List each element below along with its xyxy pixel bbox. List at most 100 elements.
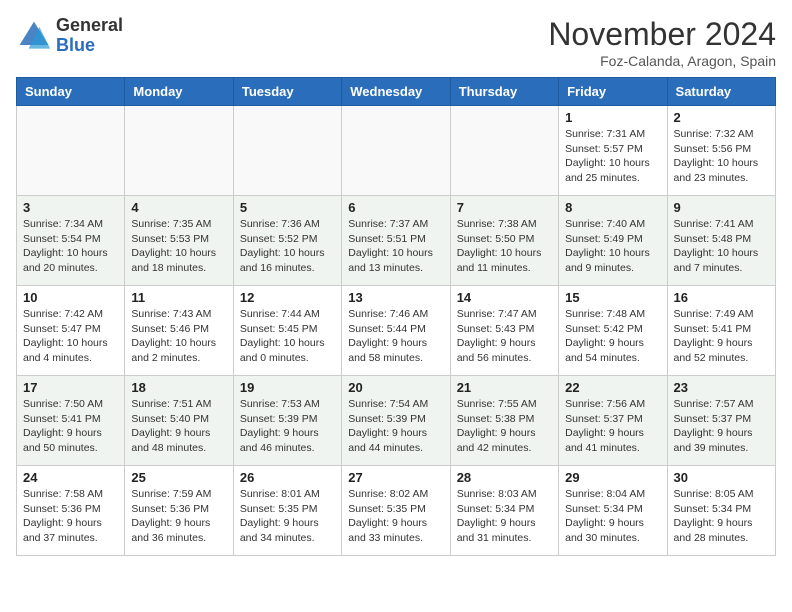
calendar-cell: 7Sunrise: 7:38 AM Sunset: 5:50 PM Daylig… [450,196,558,286]
calendar-header-row: SundayMondayTuesdayWednesdayThursdayFrid… [17,78,776,106]
day-info: Sunrise: 7:56 AM Sunset: 5:37 PM Dayligh… [565,397,660,456]
column-header-thursday: Thursday [450,78,558,106]
day-info: Sunrise: 8:02 AM Sunset: 5:35 PM Dayligh… [348,487,443,546]
day-number: 26 [240,470,335,485]
day-number: 5 [240,200,335,215]
day-number: 6 [348,200,443,215]
day-info: Sunrise: 7:48 AM Sunset: 5:42 PM Dayligh… [565,307,660,366]
day-info: Sunrise: 7:57 AM Sunset: 5:37 PM Dayligh… [674,397,769,456]
day-number: 16 [674,290,769,305]
day-info: Sunrise: 7:38 AM Sunset: 5:50 PM Dayligh… [457,217,552,276]
calendar-cell: 11Sunrise: 7:43 AM Sunset: 5:46 PM Dayli… [125,286,233,376]
day-number: 30 [674,470,769,485]
day-number: 15 [565,290,660,305]
column-header-monday: Monday [125,78,233,106]
day-number: 4 [131,200,226,215]
day-number: 12 [240,290,335,305]
logo: General Blue [16,16,123,56]
calendar-cell: 27 Sunrise: 8:02 AM Sunset: 5:35 PM Dayli… [342,466,450,556]
calendar-cell: 14 Sunrise: 7:47 AM Sunset: 5:43 PM Dayli… [450,286,558,376]
calendar-cell [17,106,125,196]
calendar-cell: 23 Sunrise: 7:57 AM Sunset: 5:37 PM Dayli… [667,376,775,466]
column-header-tuesday: Tuesday [233,78,341,106]
calendar-week-row: 24Sunrise: 7:58 AM Sunset: 5:36 PM Dayli… [17,466,776,556]
column-header-wednesday: Wednesday [342,78,450,106]
calendar-week-row: 3 Sunrise: 7:34 AM Sunset: 5:54 PM Daylig… [17,196,776,286]
day-number: 21 [457,380,552,395]
calendar-cell: 6Sunrise: 7:37 AM Sunset: 5:51 PM Daylig… [342,196,450,286]
day-number: 18 [131,380,226,395]
calendar-cell [125,106,233,196]
day-number: 13 [348,290,443,305]
day-number: 19 [240,380,335,395]
calendar-cell: 26 Sunrise: 8:01 AM Sunset: 5:35 PM Dayli… [233,466,341,556]
day-info: Sunrise: 7:31 AM Sunset: 5:57 PM Dayligh… [565,127,660,186]
day-info: Sunrise: 7:46 AM Sunset: 5:44 PM Dayligh… [348,307,443,366]
calendar-cell: 3 Sunrise: 7:34 AM Sunset: 5:54 PM Daylig… [17,196,125,286]
day-number: 23 [674,380,769,395]
column-header-sunday: Sunday [17,78,125,106]
day-info: Sunrise: 8:03 AM Sunset: 5:34 PM Dayligh… [457,487,552,546]
calendar-cell: 9Sunrise: 7:41 AM Sunset: 5:48 PM Daylig… [667,196,775,286]
day-info: Sunrise: 7:34 AM Sunset: 5:54 PM Dayligh… [23,217,118,276]
day-number: 20 [348,380,443,395]
calendar-week-row: 17 Sunrise: 7:50 AM Sunset: 5:41 PM Dayli… [17,376,776,466]
calendar-cell: 8Sunrise: 7:40 AM Sunset: 5:49 PM Daylig… [559,196,667,286]
day-info: Sunrise: 7:43 AM Sunset: 5:46 PM Dayligh… [131,307,226,366]
day-info: Sunrise: 8:01 AM Sunset: 5:35 PM Dayligh… [240,487,335,546]
calendar-cell: 18 Sunrise: 7:51 AM Sunset: 5:40 PM Dayli… [125,376,233,466]
calendar-week-row: 10 Sunrise: 7:42 AM Sunset: 5:47 PM Dayli… [17,286,776,376]
calendar-table: SundayMondayTuesdayWednesdayThursdayFrid… [16,77,776,556]
calendar-cell: 22Sunrise: 7:56 AM Sunset: 5:37 PM Dayli… [559,376,667,466]
calendar-cell: 20 Sunrise: 7:54 AM Sunset: 5:39 PM Dayli… [342,376,450,466]
day-info: Sunrise: 7:42 AM Sunset: 5:47 PM Dayligh… [23,307,118,366]
calendar-cell: 5 Sunrise: 7:36 AM Sunset: 5:52 PM Daylig… [233,196,341,286]
day-info: Sunrise: 7:49 AM Sunset: 5:41 PM Dayligh… [674,307,769,366]
calendar-cell: 19 Sunrise: 7:53 AM Sunset: 5:39 PM Dayli… [233,376,341,466]
column-header-saturday: Saturday [667,78,775,106]
calendar-cell: 10 Sunrise: 7:42 AM Sunset: 5:47 PM Dayli… [17,286,125,376]
day-number: 1 [565,110,660,125]
day-number: 3 [23,200,118,215]
day-info: Sunrise: 7:55 AM Sunset: 5:38 PM Dayligh… [457,397,552,456]
calendar-cell: 17 Sunrise: 7:50 AM Sunset: 5:41 PM Dayli… [17,376,125,466]
location-text: Foz-Calanda, Aragon, Spain [548,53,776,69]
day-info: Sunrise: 8:05 AM Sunset: 5:34 PM Dayligh… [674,487,769,546]
day-info: Sunrise: 7:41 AM Sunset: 5:48 PM Dayligh… [674,217,769,276]
calendar-cell: 21 Sunrise: 7:55 AM Sunset: 5:38 PM Dayli… [450,376,558,466]
calendar-cell [233,106,341,196]
calendar-cell: 28 Sunrise: 8:03 AM Sunset: 5:34 PM Dayli… [450,466,558,556]
day-number: 27 [348,470,443,485]
day-info: Sunrise: 7:53 AM Sunset: 5:39 PM Dayligh… [240,397,335,456]
day-number: 25 [131,470,226,485]
day-info: Sunrise: 7:36 AM Sunset: 5:52 PM Dayligh… [240,217,335,276]
day-info: Sunrise: 7:51 AM Sunset: 5:40 PM Dayligh… [131,397,226,456]
day-info: Sunrise: 7:54 AM Sunset: 5:39 PM Dayligh… [348,397,443,456]
page-header: General Blue November 2024 Foz-Calanda, … [16,16,776,69]
day-number: 28 [457,470,552,485]
day-info: Sunrise: 7:35 AM Sunset: 5:53 PM Dayligh… [131,217,226,276]
calendar-cell: 12 Sunrise: 7:44 AM Sunset: 5:45 PM Dayli… [233,286,341,376]
calendar-cell: 1 Sunrise: 7:31 AM Sunset: 5:57 PM Daylig… [559,106,667,196]
day-number: 17 [23,380,118,395]
day-number: 14 [457,290,552,305]
calendar-cell [450,106,558,196]
calendar-cell: 24Sunrise: 7:58 AM Sunset: 5:36 PM Dayli… [17,466,125,556]
calendar-week-row: 1 Sunrise: 7:31 AM Sunset: 5:57 PM Daylig… [17,106,776,196]
day-number: 29 [565,470,660,485]
calendar-cell: 16 Sunrise: 7:49 AM Sunset: 5:41 PM Dayli… [667,286,775,376]
day-info: Sunrise: 7:50 AM Sunset: 5:41 PM Dayligh… [23,397,118,456]
day-number: 10 [23,290,118,305]
day-number: 2 [674,110,769,125]
day-info: Sunrise: 7:47 AM Sunset: 5:43 PM Dayligh… [457,307,552,366]
logo-blue-text: Blue [56,35,95,55]
calendar-cell: 29Sunrise: 8:04 AM Sunset: 5:34 PM Dayli… [559,466,667,556]
calendar-cell: 15 Sunrise: 7:48 AM Sunset: 5:42 PM Dayli… [559,286,667,376]
column-header-friday: Friday [559,78,667,106]
title-block: November 2024 Foz-Calanda, Aragon, Spain [548,16,776,69]
day-info: Sunrise: 7:40 AM Sunset: 5:49 PM Dayligh… [565,217,660,276]
calendar-cell: 2Sunrise: 7:32 AM Sunset: 5:56 PM Daylig… [667,106,775,196]
day-info: Sunrise: 7:44 AM Sunset: 5:45 PM Dayligh… [240,307,335,366]
month-title: November 2024 [548,16,776,53]
calendar-cell: 4 Sunrise: 7:35 AM Sunset: 5:53 PM Daylig… [125,196,233,286]
